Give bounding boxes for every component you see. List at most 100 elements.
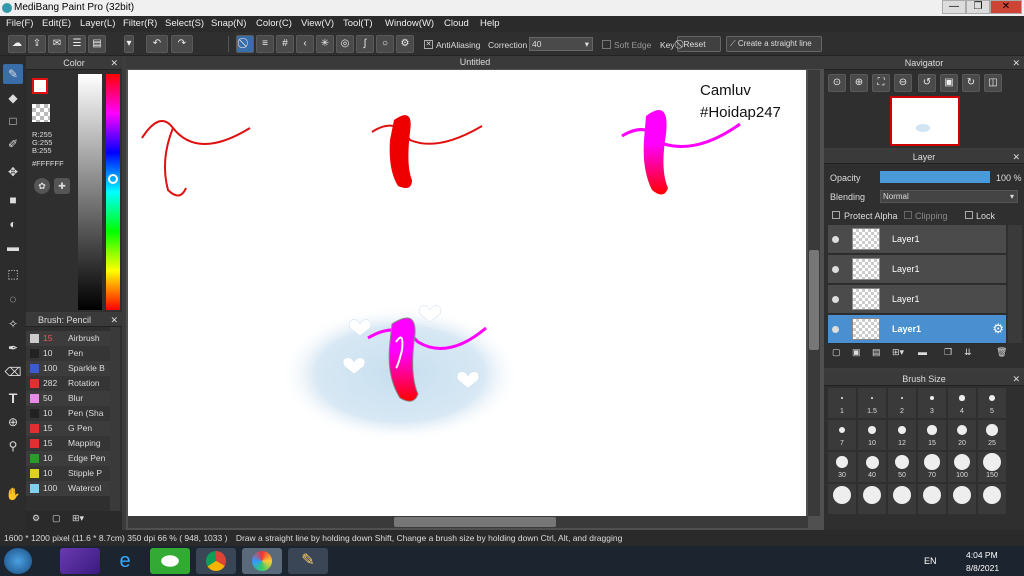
close-icon[interactable]: ✕ bbox=[110, 313, 118, 327]
brush-copy-icon[interactable]: ▢ bbox=[52, 513, 61, 524]
rotate-left-icon[interactable]: ↺ bbox=[918, 74, 936, 92]
zoom-fit-icon[interactable]: ⊙ bbox=[828, 74, 846, 92]
dot-pen-icon[interactable]: ✐ bbox=[3, 134, 23, 154]
language-indicator[interactable]: EN bbox=[924, 556, 937, 566]
antialiasing-checkbox[interactable]: ✕ bbox=[424, 40, 433, 49]
close-button[interactable]: ✕ bbox=[990, 0, 1022, 14]
layer-row[interactable]: Layer1 bbox=[828, 255, 1006, 284]
zoom-out-icon[interactable]: ⊖ bbox=[894, 74, 912, 92]
comment-icon[interactable]: ✉ bbox=[48, 35, 66, 53]
move-icon[interactable]: ✥ bbox=[3, 162, 23, 182]
vertical-scroll-thumb[interactable] bbox=[809, 250, 819, 350]
drawing-canvas[interactable]: Camluv #Hoidap247 bbox=[128, 70, 806, 516]
share-icon[interactable]: ⇪ bbox=[28, 35, 46, 53]
brush-size-cell[interactable] bbox=[978, 484, 1006, 514]
chrome-icon[interactable] bbox=[196, 548, 236, 574]
perspective-snap-icon[interactable]: ‹ bbox=[296, 35, 314, 53]
palette-add-icon[interactable]: ✚ bbox=[54, 178, 70, 194]
flip-icon[interactable]: ◫ bbox=[984, 74, 1002, 92]
vertical-scrollbar[interactable] bbox=[808, 70, 820, 516]
brush-size-cell[interactable]: 50 bbox=[888, 452, 916, 482]
brush-add-icon[interactable]: ⊞▾ bbox=[72, 513, 84, 524]
snap-off-icon[interactable]: ⃠ bbox=[236, 35, 254, 53]
brush-size-cell[interactable]: 15 bbox=[918, 420, 946, 450]
menu-layer[interactable]: Layer(L) bbox=[80, 18, 115, 29]
brush-size-cell[interactable]: 100 bbox=[948, 452, 976, 482]
brush-size-cell[interactable] bbox=[948, 484, 976, 514]
new-layer-1bit-icon[interactable]: ▤ bbox=[872, 347, 881, 358]
menu-help[interactable]: Help bbox=[480, 18, 500, 29]
eraser-icon[interactable]: ◆ bbox=[3, 88, 23, 108]
layer-list-scrollbar[interactable] bbox=[1008, 225, 1022, 343]
select-icon[interactable]: ⬚ bbox=[3, 264, 23, 284]
redo-icon[interactable]: ↷ bbox=[171, 35, 193, 53]
protect-alpha-checkbox[interactable] bbox=[832, 211, 840, 219]
grid-snap-icon[interactable]: # bbox=[276, 35, 294, 53]
lock-checkbox[interactable] bbox=[965, 211, 973, 219]
chat-icon[interactable]: ☰ bbox=[68, 35, 86, 53]
brush-size-cell[interactable]: 70 bbox=[918, 452, 946, 482]
delete-layer-icon[interactable]: 🗑 bbox=[996, 347, 1007, 358]
paint-icon[interactable]: ✎ bbox=[288, 548, 328, 574]
brush-size-cell[interactable] bbox=[828, 484, 856, 514]
hue-handle[interactable] bbox=[108, 174, 118, 184]
dropdown-icon[interactable]: ▾ bbox=[124, 35, 134, 53]
menu-view[interactable]: View(V) bbox=[301, 18, 334, 29]
zoom-in-icon[interactable]: ⊕ bbox=[850, 74, 868, 92]
brush-size-cell[interactable]: 4 bbox=[948, 388, 976, 418]
brush-size-cell[interactable]: 1.5 bbox=[858, 388, 886, 418]
eyedropper-icon[interactable]: ⚲ bbox=[3, 436, 23, 456]
brush-size-cell[interactable]: 10 bbox=[858, 420, 886, 450]
rotate-right-icon[interactable]: ↻ bbox=[962, 74, 980, 92]
maximize-button[interactable]: ❐ bbox=[966, 0, 990, 14]
menu-select[interactable]: Select(S) bbox=[165, 18, 204, 29]
menu-window[interactable]: Window(W) bbox=[385, 18, 434, 29]
actual-size-icon[interactable]: ▣ bbox=[940, 74, 958, 92]
internet-explorer-icon[interactable]: e bbox=[105, 548, 145, 574]
visibility-icon[interactable] bbox=[832, 326, 839, 333]
medibang-icon[interactable] bbox=[242, 548, 282, 574]
brush-item[interactable]: 10 Edge Pen bbox=[26, 451, 110, 466]
close-icon[interactable]: ✕ bbox=[1012, 56, 1020, 70]
rectangle-icon[interactable]: □ bbox=[3, 111, 23, 131]
palette-icon[interactable]: ✿ bbox=[34, 178, 50, 194]
parallel-snap-icon[interactable]: ≡ bbox=[256, 35, 274, 53]
radial-snap-icon[interactable]: ✳ bbox=[316, 35, 334, 53]
ellipse-snap-icon[interactable]: ○ bbox=[376, 35, 394, 53]
brush-size-cell[interactable]: 20 bbox=[948, 420, 976, 450]
straight-line-button[interactable]: ⟋ Create a straight line bbox=[726, 36, 822, 52]
visibility-icon[interactable] bbox=[832, 236, 839, 243]
visibility-icon[interactable] bbox=[832, 296, 839, 303]
hand-icon[interactable]: ✋ bbox=[3, 484, 23, 504]
opacity-slider[interactable] bbox=[880, 171, 990, 183]
brush-size-cell[interactable]: 150 bbox=[978, 452, 1006, 482]
magic-wand-icon[interactable]: ✧ bbox=[3, 314, 23, 334]
start-button[interactable] bbox=[4, 548, 32, 574]
brush-item[interactable]: 10 Pen bbox=[26, 346, 110, 361]
fit-screen-icon[interactable]: ⛶ bbox=[872, 74, 890, 92]
brush-item[interactable]: 10 Pen (Sha bbox=[26, 406, 110, 421]
brush-size-cell[interactable]: 7 bbox=[828, 420, 856, 450]
menu-snap[interactable]: Snap(N) bbox=[211, 18, 246, 29]
brush-icon[interactable]: ✎ bbox=[3, 64, 23, 84]
divide-icon[interactable]: ⊕ bbox=[3, 412, 23, 432]
clipping-checkbox[interactable] bbox=[904, 211, 912, 219]
brush-list-scrollbar[interactable] bbox=[110, 327, 120, 511]
saturation-value-picker[interactable] bbox=[78, 74, 102, 310]
primary-color-swatch[interactable] bbox=[32, 78, 48, 94]
brush-size-cell[interactable]: 1 bbox=[828, 388, 856, 418]
menu-color[interactable]: Color(C) bbox=[256, 18, 292, 29]
add-layer-menu-icon[interactable]: ⊞▾ bbox=[892, 347, 904, 358]
duplicate-layer-icon[interactable]: ❐ bbox=[944, 347, 952, 358]
canvas-tab[interactable]: Untitled bbox=[460, 57, 491, 67]
layer-settings-icon[interactable]: ⚙ bbox=[992, 321, 1004, 337]
close-icon[interactable]: ✕ bbox=[110, 56, 118, 70]
close-icon[interactable]: ✕ bbox=[1012, 372, 1020, 386]
menu-tool[interactable]: Tool(T) bbox=[343, 18, 373, 29]
lasso-icon[interactable]: ◌ bbox=[3, 289, 23, 309]
visibility-icon[interactable] bbox=[832, 266, 839, 273]
menu-cloud[interactable]: Cloud bbox=[444, 18, 469, 29]
transparent-swatch[interactable] bbox=[32, 104, 50, 122]
snap-settings-icon[interactable]: ⚙ bbox=[396, 35, 414, 53]
bucket-icon[interactable]: ◐ bbox=[3, 214, 23, 234]
